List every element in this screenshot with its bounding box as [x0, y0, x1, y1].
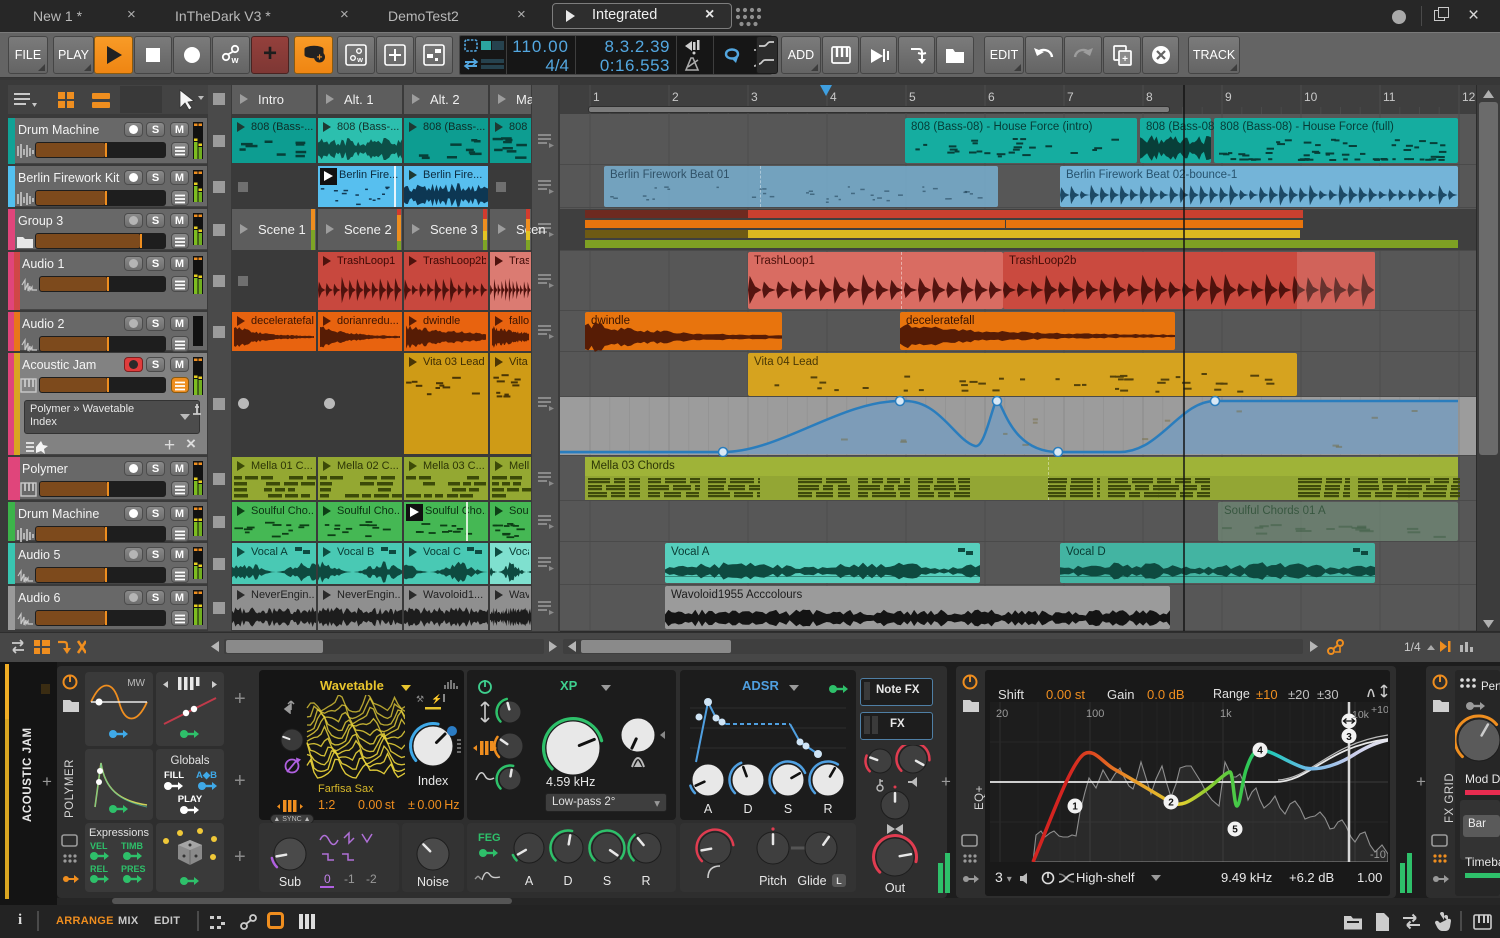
svg-text:R: R — [641, 874, 650, 888]
svg-text:1k: 1k — [1220, 708, 1232, 720]
svg-text:-10: -10 — [1370, 849, 1386, 861]
svg-text:Sub: Sub — [279, 875, 301, 889]
svg-text:3: 3 — [1346, 732, 1352, 743]
svg-text:Expressions: Expressions — [89, 827, 149, 839]
svg-text:S: S — [603, 874, 611, 888]
svg-text:A: A — [525, 874, 534, 888]
svg-text:⚒: ⚒ — [416, 694, 424, 704]
svg-text:5: 5 — [1232, 825, 1238, 836]
svg-text:FILL: FILL — [164, 770, 184, 781]
svg-text:D: D — [563, 874, 572, 888]
svg-text:MW: MW — [127, 678, 145, 689]
svg-text:Pitch: Pitch — [759, 874, 787, 888]
svg-text:VEL: VEL — [90, 841, 108, 851]
svg-text:2: 2 — [1168, 798, 1174, 809]
svg-text:Glide: Glide — [797, 874, 826, 888]
svg-text:0: 0 — [324, 872, 331, 886]
svg-text:Perf: Perf — [1481, 681, 1500, 693]
svg-text:⚡: ⚡ — [431, 693, 442, 705]
svg-text:Globals: Globals — [171, 755, 210, 767]
svg-text:A: A — [704, 802, 713, 815]
svg-text:Index: Index — [418, 774, 449, 788]
svg-text:PLAY: PLAY — [178, 794, 203, 805]
svg-text:-2: -2 — [366, 872, 377, 886]
svg-text:1: 1 — [1072, 802, 1078, 813]
svg-text:10k: 10k — [1352, 709, 1370, 721]
svg-text:PRES: PRES — [121, 864, 146, 874]
svg-text:TIMB: TIMB — [121, 841, 143, 851]
svg-text:A◆B: A◆B — [196, 770, 217, 781]
svg-text:4: 4 — [1257, 746, 1263, 757]
svg-text:-1: -1 — [344, 872, 355, 886]
svg-text:+10: +10 — [1371, 704, 1388, 716]
svg-text:R: R — [823, 802, 832, 815]
svg-text:20: 20 — [996, 708, 1008, 720]
svg-text:100: 100 — [1086, 708, 1104, 720]
svg-text:REL: REL — [90, 864, 109, 874]
svg-text:Out: Out — [885, 881, 906, 895]
svg-text:L: L — [836, 876, 842, 886]
svg-text:S: S — [784, 802, 792, 815]
svg-text:D: D — [743, 802, 752, 815]
svg-text:Noise: Noise — [417, 875, 449, 889]
